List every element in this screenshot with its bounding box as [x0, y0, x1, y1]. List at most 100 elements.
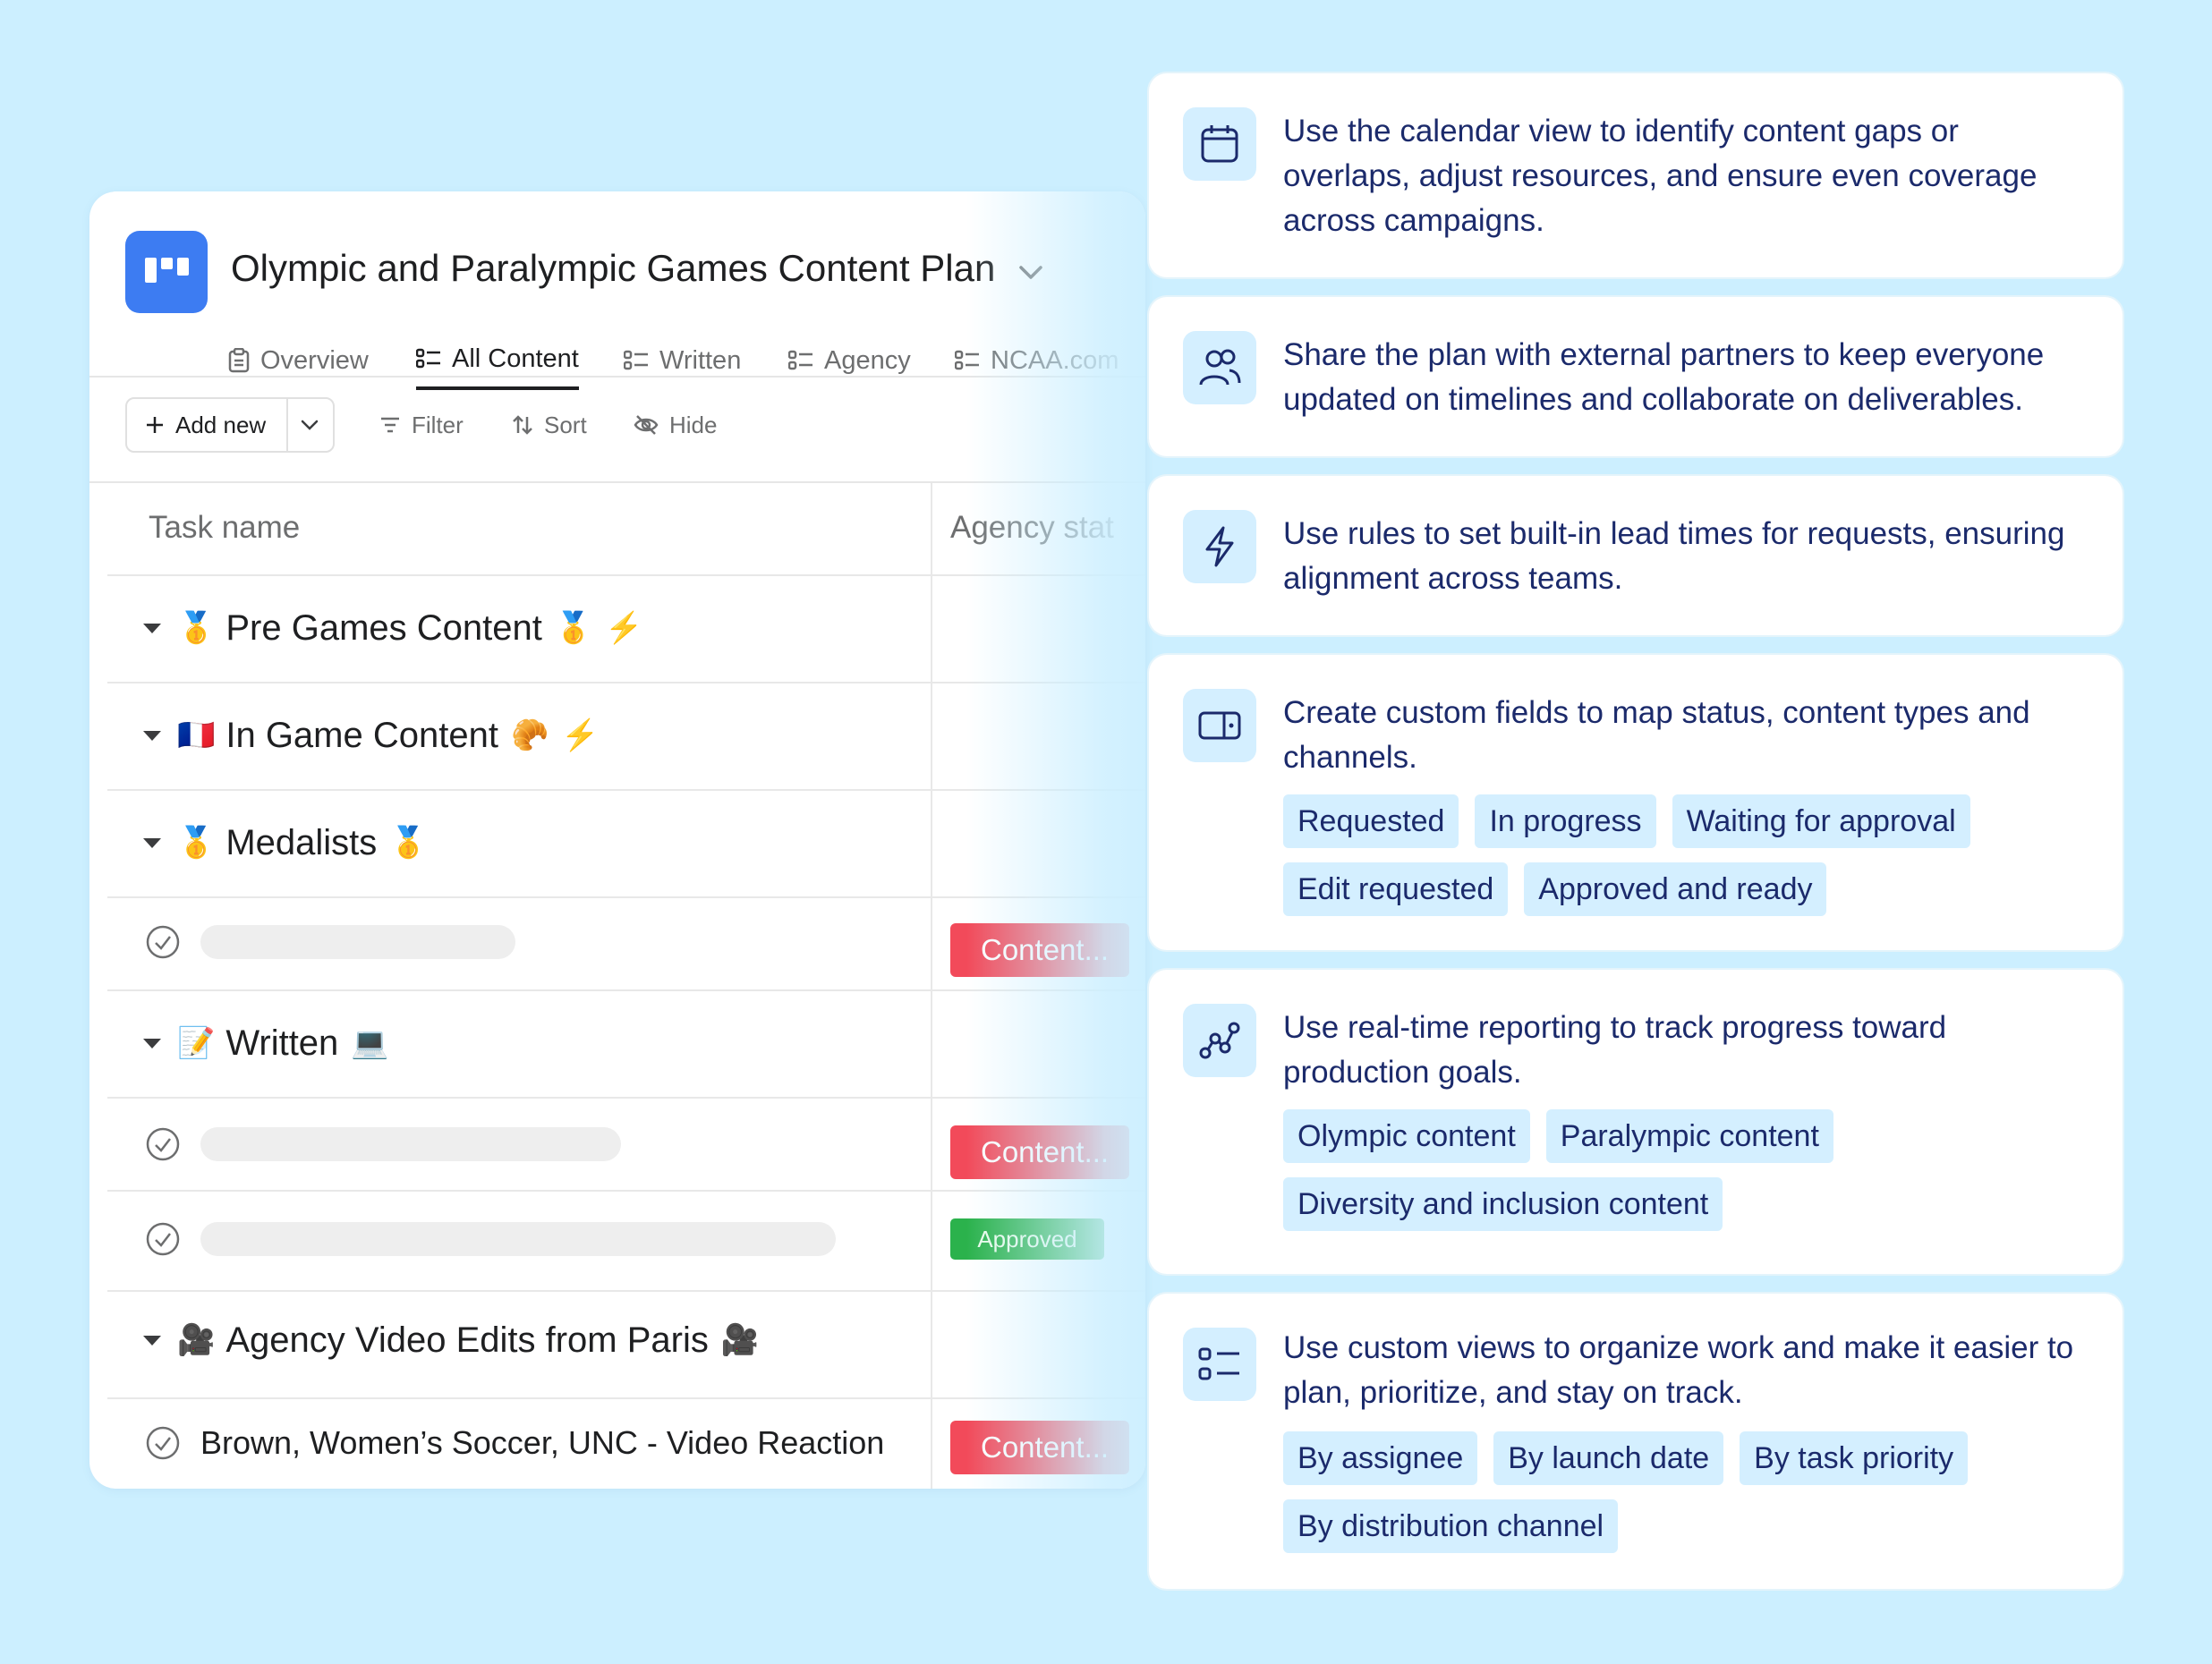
feature-card-reporting: Use real-time reporting to track progres… [1149, 970, 2123, 1274]
tab-ncaa[interactable]: NCAA.com [955, 331, 1119, 390]
overview-icon [228, 348, 250, 373]
section-pre-games-content[interactable]: 🥇 Pre Games Content 🥇 ⚡ [143, 601, 643, 655]
chip-edit-requested: Edit requested [1283, 862, 1509, 916]
check-circle-icon[interactable] [145, 924, 181, 960]
card-text: Use rules to set built-in lead times for… [1283, 516, 2065, 596]
section-written[interactable]: 📝 Written 💻 [143, 1016, 389, 1070]
section-title: Medalists [225, 822, 378, 862]
caret-down-icon[interactable] [143, 1038, 161, 1048]
chevron-down-icon[interactable] [297, 412, 322, 437]
chip-paralympic-content: Paralympic content [1545, 1109, 1833, 1163]
table-row[interactable] [145, 1122, 621, 1167]
section-medalists[interactable]: 🥇 Medalists 🥇 [143, 816, 428, 870]
chip-in-progress: In progress [1475, 794, 1656, 848]
card-text: Use custom views to organize work and ma… [1283, 1330, 2074, 1410]
tab-all-content[interactable]: All Content [416, 331, 579, 390]
task-name[interactable]: Brown, Women’s Soccer, UNC - Video React… [200, 1424, 884, 1462]
chevron-down-icon[interactable] [1013, 254, 1049, 290]
chip-by-distribution-channel: By distribution channel [1283, 1499, 1619, 1553]
calendar-icon [1183, 107, 1256, 181]
tab-label: Written [659, 345, 742, 375]
chip-waiting-for-approval: Waiting for approval [1672, 794, 1970, 848]
chip-by-task-priority: By task priority [1740, 1431, 1969, 1485]
tab-label: All Content [452, 344, 579, 373]
medal-icon: 🥇 [177, 826, 216, 860]
tag-chip-list: Olympic content Paralympic content Diver… [1283, 1109, 2089, 1245]
add-new-button[interactable]: Add new [125, 397, 335, 453]
chip-by-launch-date: By launch date [1493, 1431, 1724, 1485]
reporting-icon [1183, 1004, 1256, 1077]
caret-down-icon[interactable] [143, 837, 161, 848]
column-header-agency-status[interactable]: Agency stat [950, 510, 1114, 546]
chip-olympic-content: Olympic content [1283, 1109, 1530, 1163]
tab-written[interactable]: Written [624, 331, 741, 390]
hide-button[interactable]: Hide [634, 397, 717, 453]
project-title: Olympic and Paralympic Games Content Pla… [231, 247, 996, 289]
check-circle-icon[interactable] [145, 1221, 181, 1257]
lightning-icon [1183, 510, 1256, 583]
laptop-icon: 💻 [351, 1026, 389, 1060]
section-title: Agency Video Edits from Paris [225, 1320, 709, 1360]
check-circle-icon[interactable] [145, 1425, 181, 1461]
medal-icon: 🥇 [177, 611, 216, 645]
view-chip-list: By assignee By launch date By task prior… [1283, 1431, 2089, 1567]
feature-card-share: Share the plan with external partners to… [1149, 297, 2123, 456]
tab-agency[interactable]: Agency [788, 331, 911, 390]
lightning-icon: ⚡ [605, 611, 643, 645]
feature-card-rules: Use rules to set built-in lead times for… [1149, 476, 2123, 635]
france-flag-icon: 🇫🇷 [177, 718, 216, 752]
divider [286, 399, 288, 451]
chip-approved-and-ready: Approved and ready [1524, 862, 1827, 916]
check-circle-icon[interactable] [145, 1126, 181, 1162]
section-agency-video-edits[interactable]: 🎥 Agency Video Edits from Paris 🎥 [143, 1313, 759, 1367]
card-text: Use real-time reporting to track progres… [1283, 1010, 1947, 1090]
task-name-placeholder [200, 1222, 836, 1256]
toolbar-divider [89, 481, 1145, 483]
caret-down-icon[interactable] [143, 1335, 161, 1346]
video-camera-icon: 🎥 [177, 1323, 216, 1357]
task-name-placeholder [200, 1127, 621, 1161]
tabs-divider [89, 376, 1145, 378]
list-icon [955, 350, 979, 370]
section-in-game-content[interactable]: 🇫🇷 In Game Content 🥐 ⚡ [143, 709, 600, 762]
tab-overview[interactable]: Overview [228, 331, 369, 390]
sort-button[interactable]: Sort [512, 397, 587, 453]
project-panel: Olympic and Paralympic Games Content Pla… [89, 191, 1145, 1489]
caret-down-icon[interactable] [143, 730, 161, 741]
custom-field-icon [1183, 689, 1256, 762]
status-badge[interactable]: Approved [950, 1218, 1104, 1260]
lightning-icon: ⚡ [561, 718, 600, 752]
section-title: Written [225, 1023, 339, 1063]
task-name-placeholder [200, 925, 515, 959]
feature-card-custom-fields: Create custom fields to map status, cont… [1149, 655, 2123, 950]
status-badge[interactable]: Content... [950, 1421, 1129, 1474]
eye-off-icon [634, 415, 659, 435]
table-row[interactable] [145, 1217, 836, 1261]
sort-icon [513, 415, 532, 435]
status-badge[interactable]: Content... [950, 923, 1129, 977]
caret-down-icon[interactable] [143, 623, 161, 633]
filter-label: Filter [412, 411, 464, 438]
hide-label: Hide [669, 411, 718, 438]
tab-label: Overview [260, 345, 369, 375]
chip-by-assignee: By assignee [1283, 1431, 1478, 1485]
project-board-icon[interactable] [125, 231, 208, 313]
memo-icon: 📝 [177, 1026, 216, 1060]
status-badge[interactable]: Content... [950, 1125, 1129, 1179]
chip-requested: Requested [1283, 794, 1459, 848]
table-row[interactable]: Brown, Women’s Soccer, UNC - Video React… [145, 1421, 884, 1465]
filter-button[interactable]: Filter [379, 397, 464, 453]
card-text: Share the plan with external partners to… [1283, 337, 2045, 417]
status-chip-list: Requested In progress Waiting for approv… [1283, 794, 2089, 930]
card-text: Create custom fields to map status, cont… [1283, 695, 2030, 775]
plus-icon [147, 417, 163, 433]
card-text: Use the calendar view to identify conten… [1283, 114, 2038, 238]
column-divider [931, 483, 932, 1489]
column-header-task-name[interactable]: Task name [149, 510, 300, 546]
video-camera-icon: 🎥 [720, 1323, 760, 1357]
chip-diversity-inclusion: Diversity and inclusion content [1283, 1177, 1723, 1231]
medal-icon: 🥇 [554, 611, 593, 645]
section-title: In Game Content [225, 715, 498, 755]
tab-label: NCAA.com [991, 345, 1119, 375]
table-row[interactable] [145, 920, 515, 964]
